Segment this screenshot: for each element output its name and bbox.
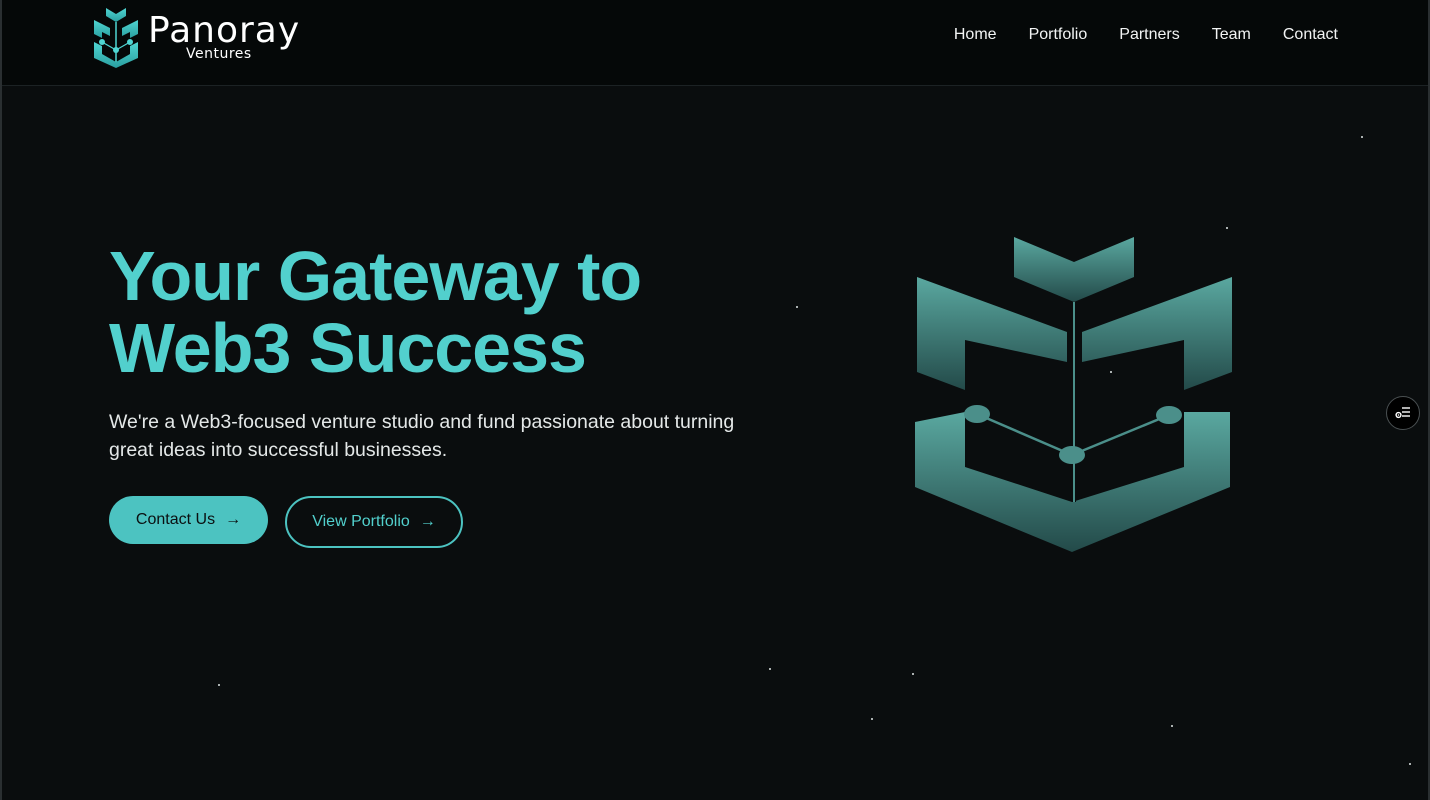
contact-us-button[interactable]: Contact Us →	[109, 496, 268, 544]
star-decoration	[1361, 136, 1363, 138]
top-navigation: Panoray Ventures Home Portfolio Partners…	[2, 0, 1428, 86]
contact-us-label: Contact Us	[135, 511, 216, 528]
panoray-emblem-icon	[915, 237, 1232, 552]
page: Panoray Ventures Home Portfolio Partners…	[0, 0, 1430, 800]
nav-portfolio[interactable]: Portfolio	[1029, 26, 1088, 44]
star-decoration	[871, 718, 873, 720]
arrow-right-icon: →	[225, 511, 242, 528]
brand-name: Panoray	[148, 10, 301, 51]
hero-description-line1: We're a Web3-focused venture studio and …	[109, 411, 735, 433]
hero-description: We're a Web3-focused venture studio and …	[109, 408, 769, 464]
hero-description-line2: great ideas into successful businesses.	[109, 439, 448, 461]
arrow-right-icon: →	[419, 513, 436, 530]
star-decoration	[1171, 725, 1173, 727]
view-portfolio-label: View Portfolio	[312, 513, 410, 530]
nav-contact[interactable]: Contact	[1283, 26, 1338, 44]
star-decoration	[1226, 227, 1228, 229]
brand-logo[interactable]: Panoray Ventures	[92, 4, 312, 70]
nav-home[interactable]: Home	[954, 26, 997, 44]
nav-partners[interactable]: Partners	[1119, 26, 1179, 44]
view-portfolio-button[interactable]: View Portfolio →	[285, 496, 463, 548]
logo-text: Panoray Ventures	[148, 10, 301, 62]
nav-team[interactable]: Team	[1212, 26, 1251, 44]
settings-list-icon	[1395, 407, 1410, 419]
panoray-logo-icon	[94, 8, 138, 68]
star-decoration	[796, 306, 798, 308]
settings-list-button[interactable]	[1386, 396, 1420, 430]
hero-title-line1: Your Gateway to	[109, 237, 642, 315]
hero-title-line2: Web3 Success	[109, 309, 587, 387]
star-decoration	[912, 673, 914, 675]
star-decoration	[218, 684, 220, 686]
brand-subtitle: Ventures	[186, 46, 252, 62]
main-nav: Home Portfolio Partners Team Contact	[954, 26, 1338, 44]
star-decoration	[769, 668, 771, 670]
hero-title: Your Gateway to Web3 Success	[109, 240, 749, 384]
star-decoration	[1409, 763, 1411, 765]
